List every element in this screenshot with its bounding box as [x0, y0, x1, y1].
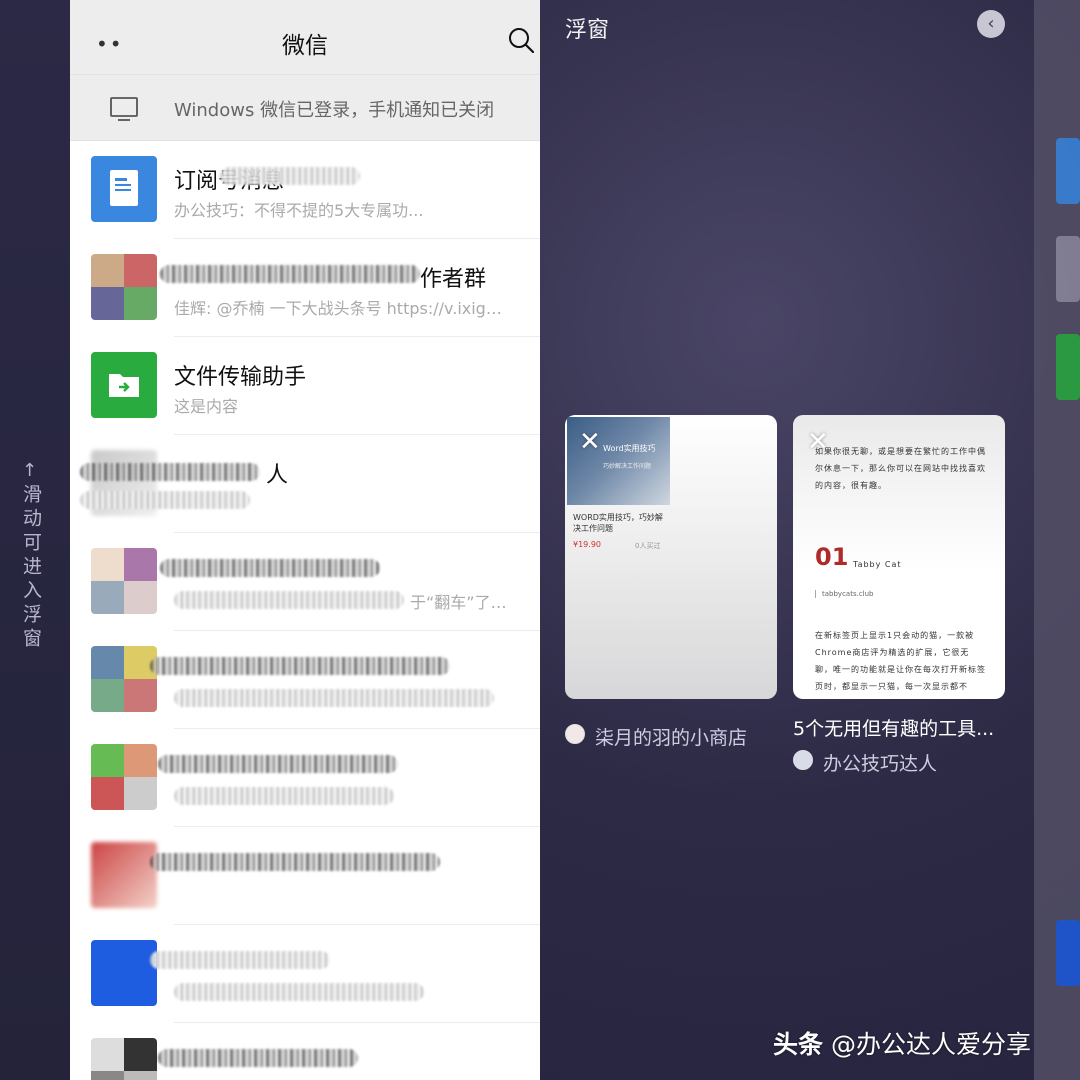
float-card-article[interactable]: 如果你很无聊，或是想要在繁忙的工作中偶尔休息一下，那么你可以在网站中找找喜欢的内… — [793, 415, 1005, 699]
float-hint-strip[interactable]: ↑ 滑动可进入浮窗 — [0, 0, 70, 1080]
close-icon[interactable]: ✕ — [579, 429, 601, 455]
wechat-panel: •• 微信 Windows 微信已登录，手机通知已关闭 订阅号消息 — [70, 0, 540, 1080]
product-sold: 0人买过 — [635, 542, 661, 550]
product-image-title: Word实用技巧 — [603, 444, 656, 453]
avatar — [91, 940, 157, 1006]
chat-name: 作者群 — [420, 267, 487, 292]
chat-item[interactable]: 订阅号消息 办公技巧：不得不提的5大专属功... — [70, 141, 540, 239]
card-source[interactable]: 柒月的羽的小商店 — [595, 723, 747, 750]
watermark: 头条 @办公达人爱分享 — [773, 1025, 1031, 1061]
chat-item[interactable] — [70, 925, 540, 1023]
card-source[interactable]: 办公技巧达人 — [823, 749, 937, 776]
folder-arrow-icon — [109, 374, 139, 397]
login-notice-text: Windows 微信已登录，手机通知已关闭 — [174, 100, 495, 121]
chat-name: 人 — [266, 463, 289, 488]
doc-icon — [1056, 138, 1080, 204]
product-price: ¥19.90 — [573, 540, 601, 549]
redaction — [80, 463, 260, 481]
card-title[interactable]: 5个无用但有趣的工具... — [793, 714, 994, 741]
article-category: Tabby Cat — [853, 560, 902, 569]
wechat-header: •• 微信 — [70, 0, 540, 75]
avatar — [91, 842, 157, 908]
article-paragraph: 如果你很无聊，或是想要在繁忙的工作中偶尔休息一下，那么你可以在网站中找找喜欢的内… — [815, 447, 986, 490]
group-avatar — [91, 744, 157, 810]
float-hint-text: 滑动可进入浮窗 — [20, 484, 42, 652]
chat-item[interactable] — [70, 1023, 540, 1080]
adjacent-screen[interactable] — [1034, 0, 1080, 1080]
chat-item[interactable]: 文件传输助手 这是内容 — [70, 337, 540, 435]
monitor-icon — [110, 97, 138, 121]
chat-item[interactable] — [70, 827, 540, 925]
chat-message: 这是内容 — [174, 397, 239, 416]
chat-item[interactable]: 人 — [70, 435, 540, 533]
float-card-shop[interactable]: Word实用技巧 巧妙解决工作问题 WORD实用技巧，巧妙解决工作问题 ¥19.… — [565, 415, 777, 699]
float-title: 浮窗 — [565, 18, 610, 43]
redaction — [150, 951, 330, 969]
redaction — [158, 1049, 358, 1067]
avatar — [1056, 236, 1080, 302]
doc-icon — [110, 170, 138, 206]
redaction — [150, 853, 440, 871]
redaction — [174, 591, 404, 609]
file-transfer-avatar — [91, 352, 157, 418]
author-avatar — [793, 750, 813, 770]
article-paragraph: 在新标签页上显示1只会动的猫，一款被Chrome商店评为精选的扩展，它很无聊，唯… — [815, 631, 986, 691]
chat-item[interactable] — [70, 631, 540, 729]
group-avatar — [91, 646, 157, 712]
redaction — [150, 657, 450, 675]
group-avatar — [91, 254, 157, 320]
search-icon[interactable] — [508, 27, 534, 53]
avatar — [1056, 920, 1080, 986]
redaction — [158, 755, 398, 773]
chat-list: 订阅号消息 办公技巧：不得不提的5大专属功... 作者群 佳辉: @乔楠 一下大… — [70, 141, 540, 1080]
watermark-handle: @办公达人爱分享 — [830, 1030, 1031, 1059]
product-desc: WORD实用技巧，巧妙解决工作问题 — [573, 513, 663, 533]
collapse-button[interactable]: ‹ — [977, 10, 1005, 38]
redaction — [174, 689, 494, 707]
page-title: 微信 — [282, 33, 328, 59]
chat-message: 于“翻车”了。... — [410, 593, 510, 612]
chat-message: 办公技巧：不得不提的5大专属功... — [174, 201, 424, 220]
redaction — [220, 167, 360, 185]
redaction — [80, 491, 250, 509]
chat-message: 佳辉: @乔楠 一下大战头条号 https://v.ixigu... — [174, 299, 504, 318]
redaction — [174, 787, 394, 805]
redaction — [174, 983, 424, 1001]
subscription-avatar — [91, 156, 157, 222]
chat-item[interactable]: 于“翻车”了。... — [70, 533, 540, 631]
chat-item[interactable]: 作者群 佳辉: @乔楠 一下大战头条号 https://v.ixigu... — [70, 239, 540, 337]
watermark-brand: 头条 — [773, 1030, 824, 1059]
redaction — [160, 265, 420, 283]
group-avatar — [91, 1038, 157, 1080]
product-image-subtitle: 巧妙解决工作问题 — [603, 463, 652, 470]
group-avatar — [91, 548, 157, 614]
article-url: tabbycats.club — [815, 590, 874, 598]
chat-item[interactable] — [70, 729, 540, 827]
close-icon[interactable]: ✕ — [807, 429, 829, 455]
login-notice-bar[interactable]: Windows 微信已登录，手机通知已关闭 — [70, 75, 540, 141]
shop-avatar — [565, 724, 585, 744]
chat-name: 文件传输助手 — [174, 365, 307, 390]
article-number: 01 — [815, 543, 849, 571]
file-transfer-icon — [1056, 334, 1080, 400]
arrow-up-icon: ↑ — [22, 460, 38, 481]
redaction — [160, 559, 380, 577]
